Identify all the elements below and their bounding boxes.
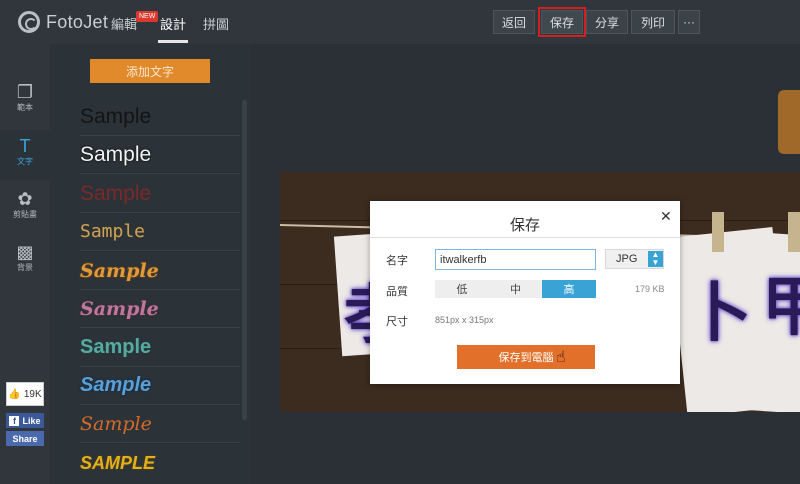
text-sample-7[interactable]: Sample [80,329,240,367]
top-bar: FotoJet 編輯 NEW 設計 拼圖 返回 保存 分享 列印 ··· [0,0,800,44]
dimension-value: 851px x 315px [435,315,494,325]
file-name-input[interactable] [435,249,596,270]
like-count: 19K [23,388,42,400]
text-sample-2[interactable]: Sample [80,136,240,174]
text-sample-4[interactable]: Sample [80,213,240,251]
facebook-like-button[interactable]: f Like [6,413,44,428]
text-sample-8[interactable]: Sample [80,367,240,405]
side-panel-tab[interactable] [778,90,800,154]
dialog-divider [370,237,680,238]
hand-cursor-icon: ☝ [556,349,566,366]
select-arrows-icon: ▲ ▼ [648,251,663,267]
quality-label: 品質 [386,286,408,298]
facebook-share-button[interactable]: Share [6,431,44,446]
add-text-button[interactable]: 添加文字 [90,59,210,83]
text-icon: T [19,136,31,156]
sidebar-item-text[interactable]: T 文字 [0,130,50,180]
close-icon[interactable]: ✕ [660,208,672,225]
panel-scrollbar[interactable] [242,100,247,420]
quality-medium-button[interactable]: 中 [489,280,542,298]
nav-edit[interactable]: 編輯 [111,14,137,33]
format-value: JPG [616,253,638,265]
sidebar-item-templates[interactable]: ❐ 範本 [0,82,50,122]
text-sample-3[interactable]: Sample [80,175,240,213]
file-size: 179 KB [635,284,665,294]
share-button[interactable]: 分享 [586,10,628,34]
format-select[interactable]: JPG ▲ ▼ [605,249,664,269]
sidebar-item-background[interactable]: ▩ 背景 [0,242,50,282]
background-icon: ▩ [16,242,34,262]
template-icon: ❐ [16,82,34,102]
nav-collage[interactable]: 拼圖 [203,14,229,33]
sidebar-item-label: 範本 [17,103,33,112]
dialog-title: 保存 [509,217,540,234]
name-label: 名字 [386,255,408,267]
text-sample-5[interactable]: Sample [80,252,240,290]
dimension-label: 尺寸 [386,316,408,328]
new-badge: NEW [136,11,159,22]
text-sample-1[interactable]: Sample [80,98,240,136]
logo-text: FotoJet [46,11,109,32]
save-button[interactable]: 保存 [538,7,586,37]
more-button[interactable]: ··· [678,10,700,34]
sidebar-item-label: 剪貼畫 [13,210,37,219]
nav-design[interactable]: 設計 [160,14,186,33]
text-sample-6[interactable]: Sample [80,290,240,328]
quality-low-button[interactable]: 低 [435,280,489,298]
active-nav-underline [158,40,188,43]
thumbs-up-icon: 👍 [8,388,21,400]
quality-high-button[interactable]: 高 [542,280,596,298]
print-button[interactable]: 列印 [631,10,675,34]
text-sample-9[interactable]: Sample [80,405,240,443]
fotojet-logo-icon [18,11,40,33]
facebook-icon: f [9,415,20,426]
clipart-icon: ✿ [17,189,33,209]
sidebar-item-label: 背景 [17,263,33,272]
like-count-box: 👍 19K [6,382,44,406]
back-button[interactable]: 返回 [493,10,535,34]
save-to-computer-button[interactable]: 保存到電腦 [457,345,595,369]
text-sample-10[interactable]: SAMPLE [80,444,240,482]
sidebar-item-clipart[interactable]: ✿ 剪貼畫 [0,189,50,229]
sidebar-item-label: 文字 [17,157,33,166]
save-dialog: 保存 ✕ 名字 JPG ▲▼ 品質 低 中 高 179 KB 尺寸 851px … [370,201,680,384]
facebook-like-label: Like [22,415,41,426]
app-logo[interactable]: FotoJet [18,10,108,34]
